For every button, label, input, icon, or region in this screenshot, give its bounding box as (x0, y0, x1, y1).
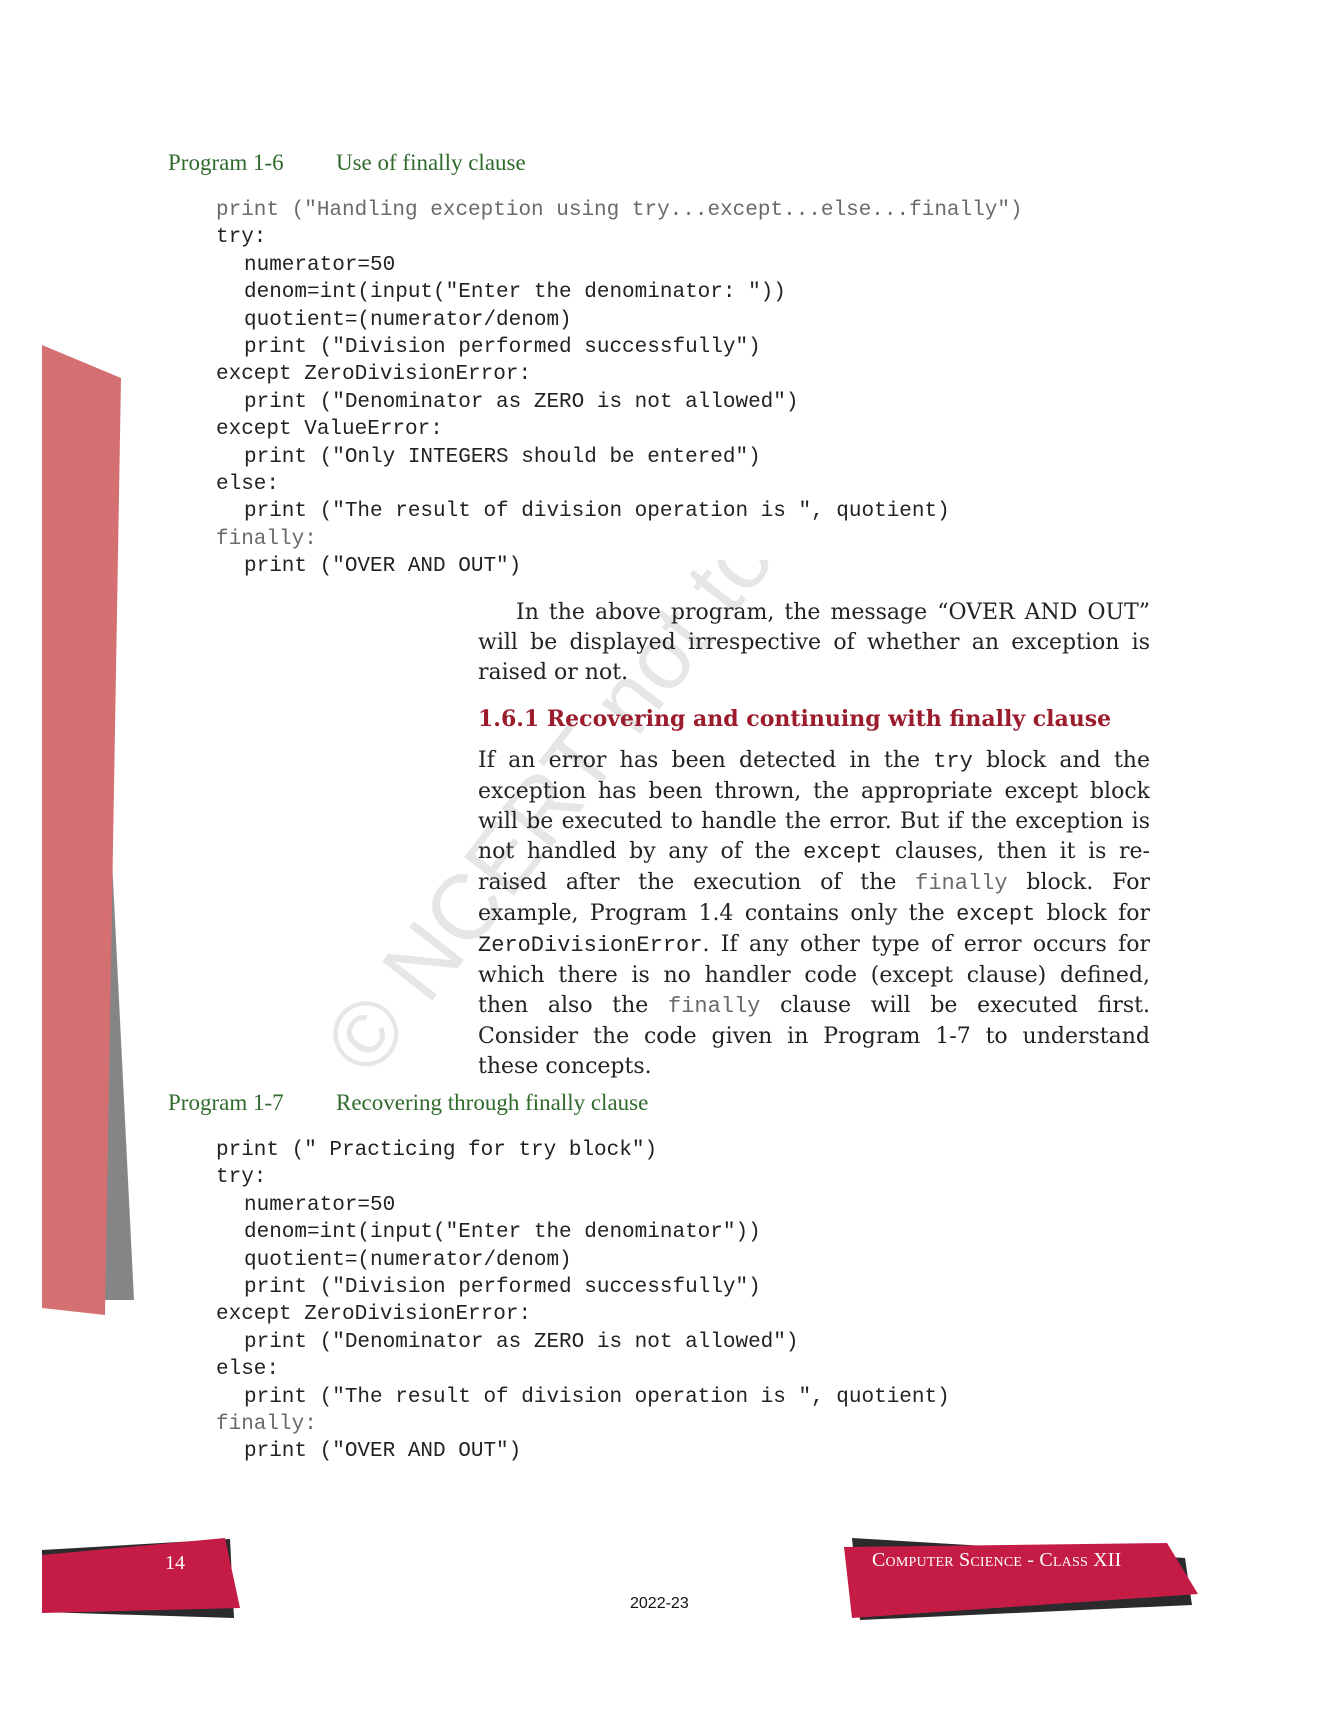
code-line: print ("The result of division operation… (244, 500, 950, 524)
code-block-program-1-7: print (" Practicing for try block") try: n… (216, 1137, 950, 1466)
inline-code-except: except (803, 840, 883, 865)
code-line: except ZeroDivisionError: (216, 1303, 532, 1327)
inline-code-zerodivisionerror: ZeroDivisionError (478, 933, 703, 958)
code-line: print ("The result of division operation… (244, 1385, 950, 1409)
code-line: print ("OVER AND OUT") (244, 1440, 522, 1464)
inline-code-try: try (933, 749, 973, 774)
inline-code-finally: finally (667, 994, 761, 1019)
page-number: 14 (165, 1552, 185, 1574)
paragraph-finally-explanation: In the above program, the message “OVER … (478, 598, 1150, 688)
code-line: print ("Division performed successfully"… (244, 1275, 761, 1299)
code-line: except ValueError: (216, 418, 443, 442)
code-line: print ("Handling exception using try...e… (216, 199, 1023, 222)
code-line: numerator=50 (244, 1193, 396, 1217)
program-number: Program 1-6 (168, 150, 284, 175)
code-line: finally: (216, 527, 317, 551)
program-1-6-heading: Program 1-6 Use of finally clause (168, 150, 526, 176)
code-line: print (" Practicing for try block") (216, 1139, 658, 1162)
page-number-tab (42, 1538, 240, 1618)
program-1-7-heading: Program 1-7 Recovering through finally cl… (168, 1090, 648, 1116)
code-line: finally: (216, 1412, 317, 1436)
program-title: Use of finally clause (336, 150, 526, 175)
code-line: quotient=(numerator/denom) (244, 308, 572, 332)
inline-code-finally: finally (915, 871, 1008, 896)
paragraph-text: In the above program, the message “OVER … (478, 600, 1150, 685)
text-run: block for (1035, 901, 1150, 926)
program-number: Program 1-7 (168, 1090, 284, 1115)
code-line: try: (216, 226, 267, 250)
code-line: except ZeroDivisionError: (216, 363, 532, 387)
sidebar-decoration (42, 345, 134, 1315)
code-block-program-1-6: print ("Handling exception using try...e… (216, 197, 1023, 580)
code-line: numerator=50 (244, 253, 396, 277)
text-run: If an error has been detected in the (478, 748, 934, 773)
code-line: print ("Denominator as ZERO is not allow… (244, 1330, 799, 1354)
program-title: Recovering through finally clause (336, 1090, 649, 1115)
code-line: denom=int(input("Enter the denominator")… (244, 1221, 761, 1245)
code-line: else: (216, 472, 280, 496)
running-title: Computer Science - Class XII (872, 1549, 1122, 1571)
inline-code-except: except (956, 902, 1036, 927)
footer-year: 2022-23 (630, 1595, 689, 1612)
code-line: quotient=(numerator/denom) (244, 1248, 572, 1272)
code-line: print ("Division performed successfully"… (244, 335, 761, 359)
section-paragraph-text: If an error has been detected in the try… (478, 746, 1150, 1082)
section-paragraph: If an error has been detected in the try… (478, 746, 1150, 1082)
code-line: print ("Only INTEGERS should be entered"… (244, 445, 761, 469)
code-line: print ("OVER AND OUT") (244, 555, 522, 579)
code-line: denom=int(input("Enter the denominator: … (244, 281, 786, 305)
code-line: try: (216, 1166, 267, 1190)
section-heading: 1.6.1 Recovering and continuing with fin… (478, 706, 1112, 732)
code-line: else: (216, 1358, 280, 1382)
code-line: print ("Denominator as ZERO is not allow… (244, 390, 799, 414)
